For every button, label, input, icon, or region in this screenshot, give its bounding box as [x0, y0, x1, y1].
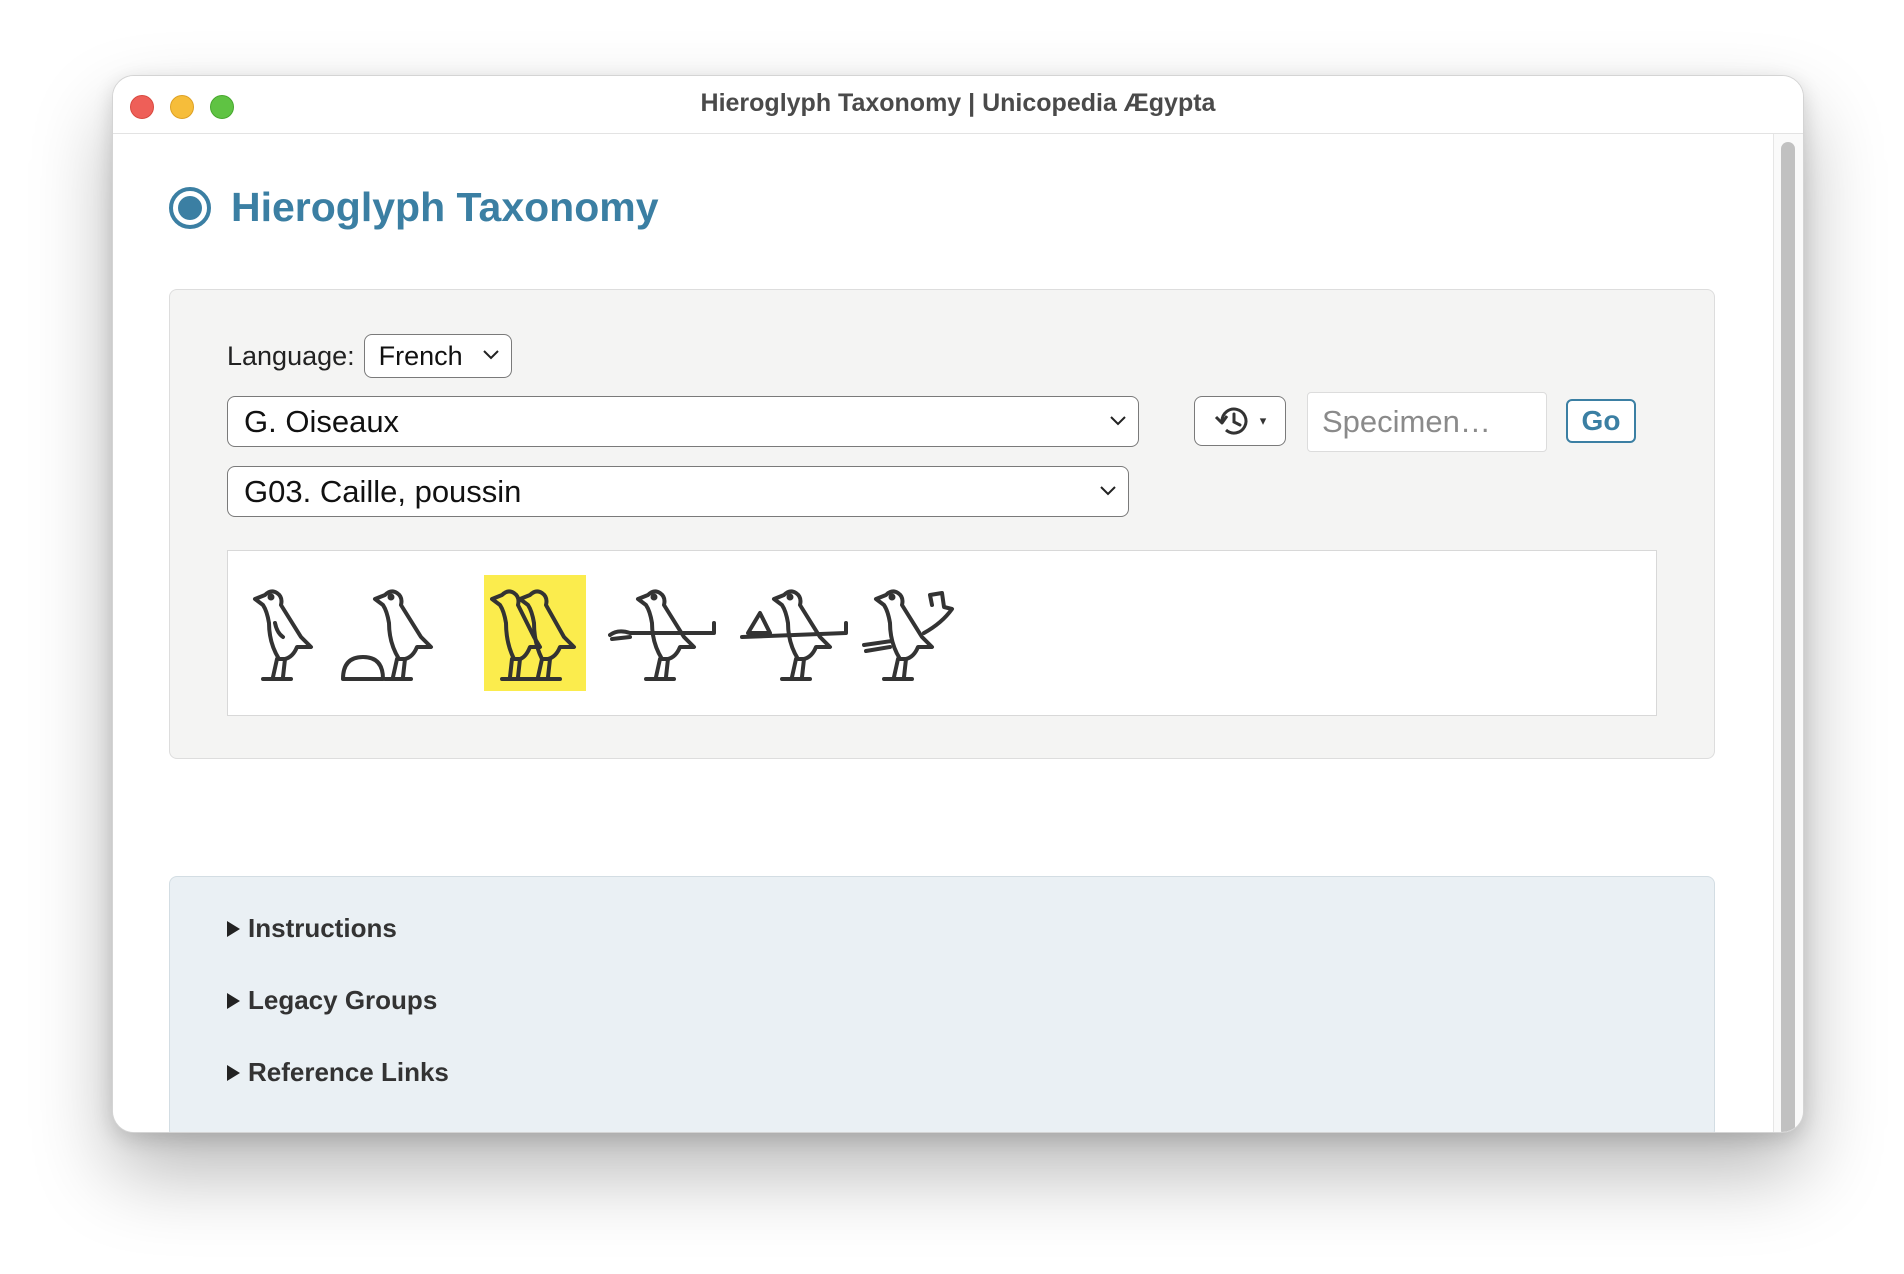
glyph-quail-chick-with-arm[interactable]: [608, 575, 718, 691]
disclosure-triangle-icon: [227, 992, 240, 1009]
title-bar: Hieroglyph Taxonomy | Unicopedia Ægypta: [113, 76, 1803, 134]
sign-select-value: G03. Caille, poussin: [244, 473, 522, 509]
instructions-label: Instructions: [248, 913, 397, 943]
reference-links-toggle[interactable]: Reference Links: [227, 1057, 449, 1088]
radio-button-icon: [169, 186, 211, 229]
disclosure-triangle-icon: [227, 920, 240, 937]
chevron-down-icon: [482, 350, 499, 360]
legacy-groups-toggle[interactable]: Legacy Groups: [227, 985, 437, 1016]
vertical-scrollbar[interactable]: [1773, 134, 1803, 1132]
instructions-toggle[interactable]: Instructions: [227, 913, 397, 944]
disclosure-triangle-icon: [227, 1064, 240, 1081]
language-select[interactable]: French: [363, 334, 512, 378]
group-select-value: G. Oiseaux: [244, 403, 400, 439]
legacy-groups-label: Legacy Groups: [248, 985, 438, 1015]
language-select-value: French: [378, 340, 463, 371]
page-content: Hieroglyph Taxonomy Language: French G. …: [113, 134, 1774, 1132]
page-header: Hieroglyph Taxonomy: [169, 184, 659, 231]
scrollbar-thumb[interactable]: [1781, 142, 1795, 1132]
history-icon: [1214, 407, 1248, 435]
group-select[interactable]: G. Oiseaux: [227, 396, 1139, 447]
language-label: Language:: [227, 340, 355, 371]
glyph-list: [227, 550, 1657, 716]
chevron-down-icon: [1100, 485, 1116, 495]
specimen-input[interactable]: [1307, 392, 1547, 452]
reference-links-label: Reference Links: [248, 1057, 449, 1087]
app-window: Hieroglyph Taxonomy | Unicopedia Ægypta …: [112, 75, 1804, 1133]
glyph-quail-chick-with-arm-and-loaf[interactable]: [740, 575, 850, 691]
glyph-quail-chick-with-bread-loaf[interactable]: [340, 575, 440, 691]
sign-select[interactable]: G03. Caille, poussin: [227, 466, 1129, 517]
info-panel: Instructions Legacy Groups Reference Lin…: [169, 876, 1715, 1132]
go-button[interactable]: Go: [1566, 399, 1636, 443]
caret-down-icon: ▾: [1259, 413, 1267, 428]
history-menu-button[interactable]: ▾: [1194, 396, 1286, 446]
taxonomy-panel: Language: French G. Oiseaux G03. Caille,…: [169, 289, 1715, 759]
language-row: Language: French: [227, 334, 512, 378]
page-title: Hieroglyph Taxonomy: [231, 184, 659, 230]
window-title: Hieroglyph Taxonomy | Unicopedia Ægypta: [700, 89, 1216, 117]
glyph-quail-chick[interactable]: [242, 575, 326, 691]
glyph-quail-chick-with-foreleg[interactable]: [862, 575, 962, 691]
chevron-down-icon: [1110, 415, 1126, 425]
glyph-two-quail-chicks[interactable]: [484, 575, 586, 691]
